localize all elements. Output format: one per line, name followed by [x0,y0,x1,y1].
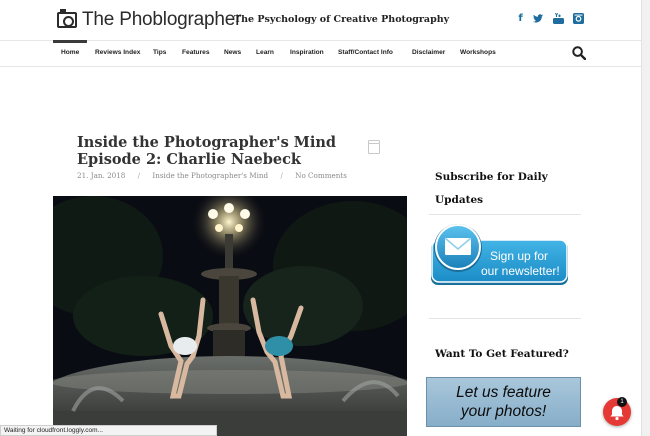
sidebar-divider [429,318,581,319]
article-meta: 21. Jan. 2018 / Inside the Photographer'… [77,171,357,180]
article-comments-link[interactable]: No Comments [295,171,347,180]
nav-item-tips[interactable]: Tips [153,49,166,56]
nav-item-workshops[interactable]: Workshops [460,49,496,56]
youtube-icon[interactable] [553,13,564,24]
site-header: The Phoblographer The Psychology of Crea… [0,0,641,40]
subscribe-heading-line1: Subscribe for Daily [435,171,548,183]
site-tagline: The Psychology of Creative Photography [234,14,450,25]
featured-banner-text: Let us feature your photos! [427,383,580,421]
site-logo[interactable]: The Phoblographer [57,9,241,31]
page-scrollbar[interactable] [641,0,650,436]
article-category-link[interactable]: Inside the Photographer's Mind [152,171,268,180]
browser-status-bar: Waiting for cloudfront.loggly.com... [0,425,217,436]
nav-active-indicator [53,40,87,43]
sidebar-divider [429,214,581,215]
nav-item-learn[interactable]: Learn [256,49,274,56]
article-featured-image[interactable] [53,196,407,436]
nav-item-inspiration[interactable]: Inspiration [290,49,324,56]
calendar-icon [368,140,380,154]
search-icon[interactable] [572,46,586,60]
newsletter-line2: our newsletter! [481,264,560,278]
meta-separator: / [137,171,141,180]
nav-item-staff-contact[interactable]: Staff/Contact Info [338,49,393,56]
twitter-icon[interactable] [533,13,544,24]
instagram-icon[interactable] [573,13,584,24]
nav-item-disclaimer[interactable]: Disclaimer [412,49,445,56]
main-nav: Home Reviews Index Tips Features News Le… [0,40,641,67]
get-featured-banner[interactable]: Let us feature your photos! [426,377,581,427]
notification-count-badge: 1 [617,397,627,407]
camera-icon [57,9,77,28]
meta-separator: / [280,171,283,180]
article-title-line1: Inside the Photographer's Mind [77,134,337,151]
nav-item-news[interactable]: News [224,49,241,56]
newsletter-line1: Sign up for [490,249,549,263]
featured-line1: Let us feature [456,384,551,401]
nav-item-reviews-index[interactable]: Reviews Index [95,49,140,56]
subscribe-heading-line2: Updates [435,194,484,206]
article-title-line2: Episode 2: Charlie Naebeck [77,151,301,168]
featured-heading: Want To Get Featured? [435,348,569,360]
facebook-icon[interactable]: f [515,13,526,24]
site-name: The Phoblographer [82,9,242,30]
nav-item-features[interactable]: Features [182,49,210,56]
nav-item-home[interactable]: Home [61,49,79,56]
article-date: 21. Jan. 2018 [77,171,126,180]
subscribe-heading: Subscribe for Daily Updates [435,166,548,212]
newsletter-signup-banner[interactable]: Sign up for our newsletter! [428,223,570,288]
article-title[interactable]: Inside the Photographer's Mind Episode 2… [77,134,367,168]
featured-line2: your photos! [460,403,547,420]
